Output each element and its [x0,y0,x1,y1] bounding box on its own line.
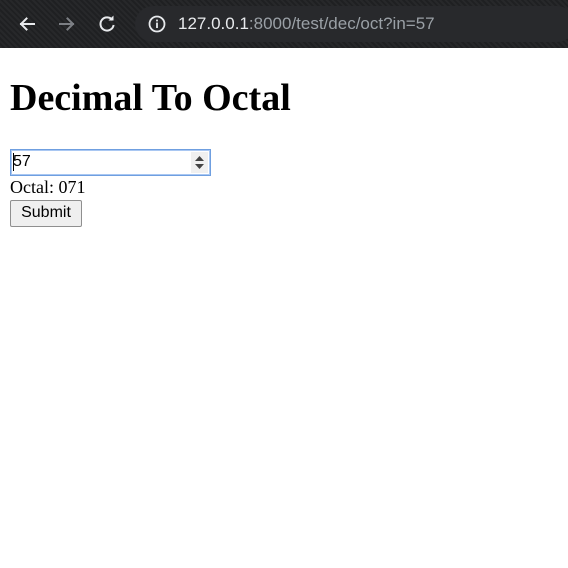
back-button[interactable] [12,9,42,39]
text-caret [13,153,14,171]
input-value: 57 [13,153,31,170]
url-host: 127.0.0.1 [178,14,249,33]
page-title: Decimal To Octal [10,77,291,119]
page-content: Decimal To Octal 57 Octal: 071 Submit [0,48,568,568]
octal-result: Octal: 071 [10,177,86,197]
reload-button[interactable] [92,9,122,39]
address-bar[interactable]: 127.0.0.1:8000/test/dec/oct?in=57 [135,6,568,42]
reload-icon [99,15,115,32]
number-spinner[interactable] [191,152,208,173]
submit-button[interactable]: Submit [10,200,82,227]
url-text[interactable]: 127.0.0.1:8000/test/dec/oct?in=57 [178,13,435,35]
forward-button[interactable] [52,9,82,39]
browser-toolbar: 127.0.0.1:8000/test/dec/oct?in=57 [0,0,568,48]
info-icon[interactable] [147,14,167,34]
spinner-arrows-icon [195,156,204,169]
decimal-number-input[interactable]: 57 [10,149,211,176]
arrow-right-icon [59,17,75,31]
url-path: :8000/test/dec/oct?in=57 [248,14,435,33]
arrow-left-icon [19,17,35,31]
